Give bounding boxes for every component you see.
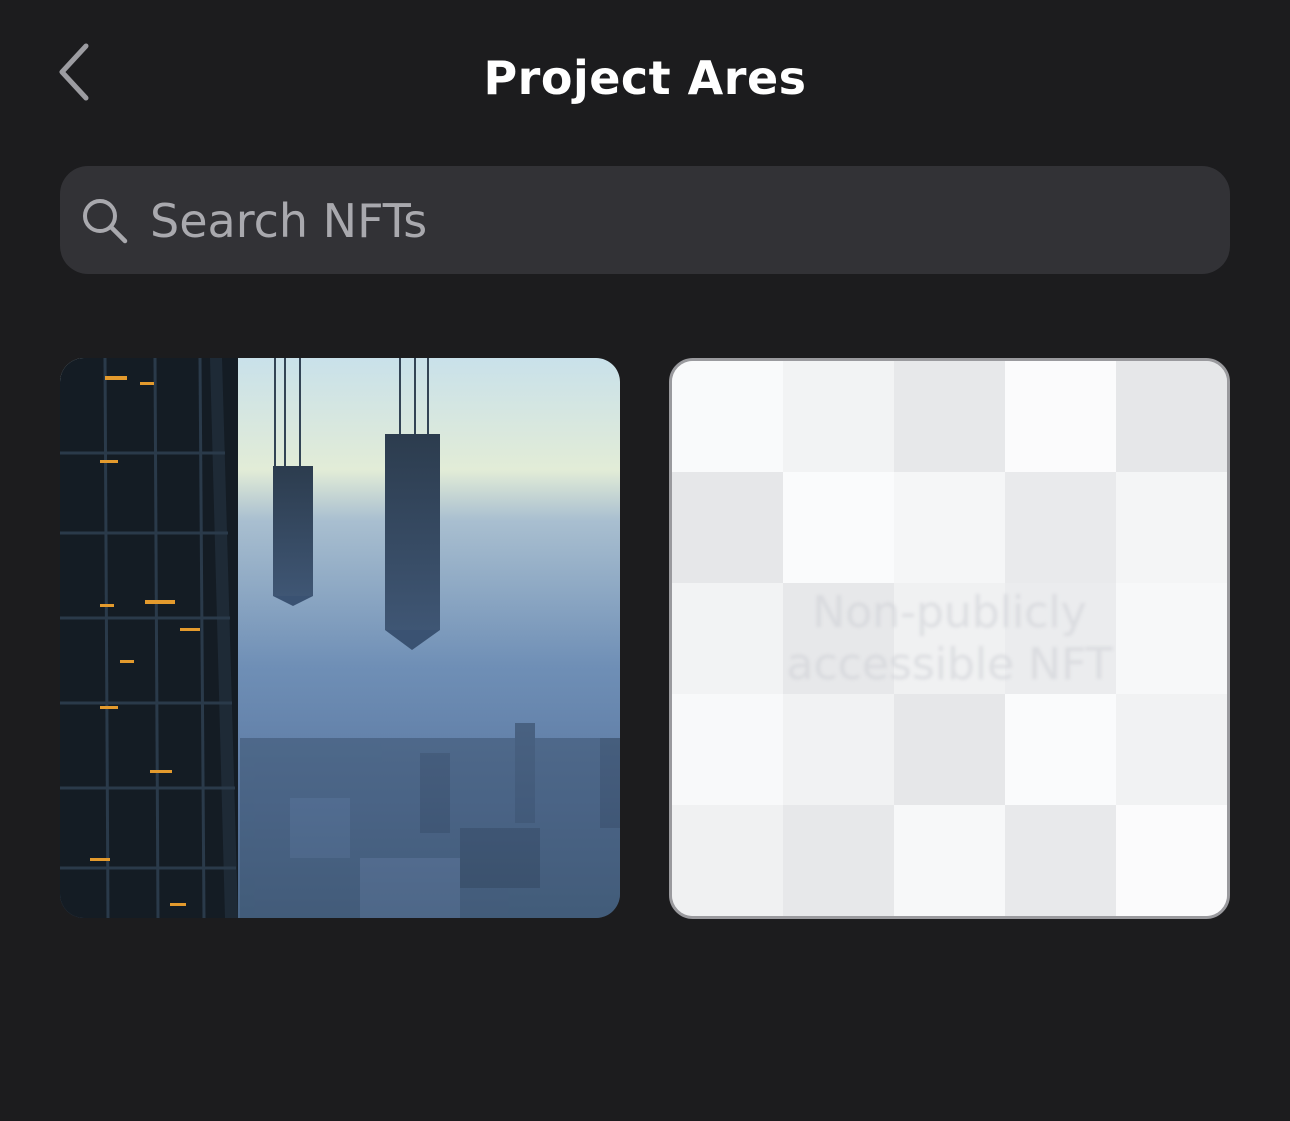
nft-card-placeholder[interactable]: Non-publicly accessible NFT: [669, 358, 1230, 919]
search-input[interactable]: [150, 186, 1200, 256]
nft-image: [60, 358, 620, 918]
search-icon: [83, 199, 128, 244]
header: Project Ares: [0, 0, 1290, 150]
placeholder-label: Non-publicly accessible NFT: [786, 586, 1113, 690]
nft-card[interactable]: [60, 358, 620, 918]
page-title: Project Ares: [483, 51, 807, 105]
nft-collection-screen: Project Ares Search NFTs Non-publicly ac…: [0, 0, 1290, 1121]
